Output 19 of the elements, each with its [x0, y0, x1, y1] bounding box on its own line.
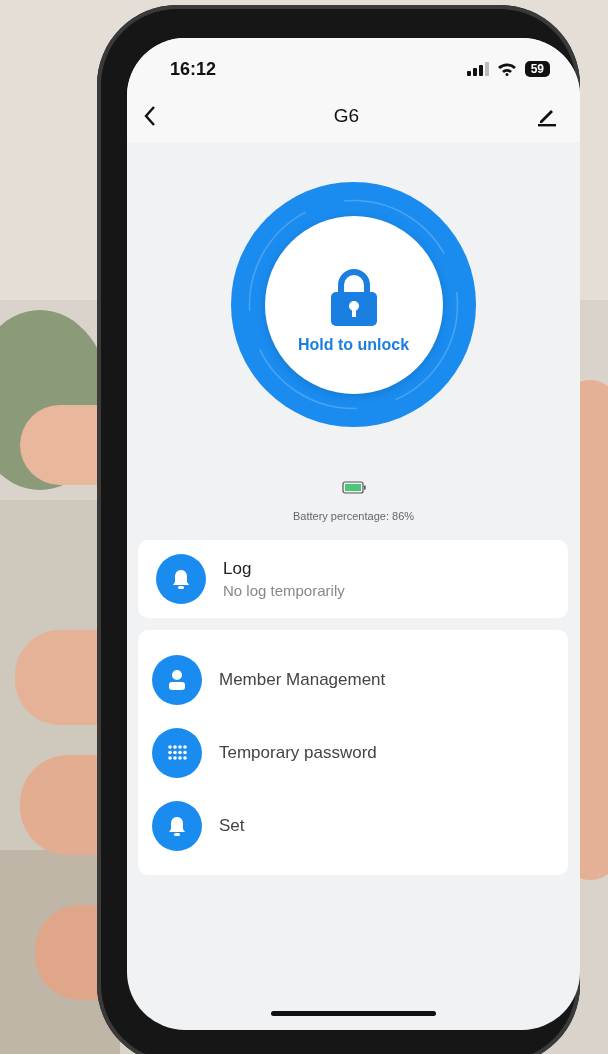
bell-icon	[167, 814, 187, 837]
bell-icon	[171, 568, 191, 590]
menu-item[interactable]: Set	[138, 789, 568, 862]
person-icon	[167, 668, 187, 691]
menu-item[interactable]: Member Management	[138, 643, 568, 716]
wifi-icon	[496, 62, 517, 76]
status-time: 16:12	[170, 58, 217, 80]
battery-icon	[341, 481, 366, 494]
battery-status: 59	[524, 61, 550, 77]
log-item[interactable]: Log No log temporarily	[138, 540, 568, 618]
log-subtitle: No log temporarily	[223, 582, 345, 599]
battery-text: Battery percentage: 86%	[292, 510, 415, 522]
log-title: Log	[223, 559, 253, 579]
back-button[interactable]	[143, 105, 157, 127]
menu-item[interactable]: Temporary password	[138, 716, 568, 789]
signal-icon	[466, 62, 489, 76]
screen-title: G6	[333, 105, 360, 127]
keypad-icon	[167, 745, 187, 760]
padlock-icon	[328, 268, 379, 328]
